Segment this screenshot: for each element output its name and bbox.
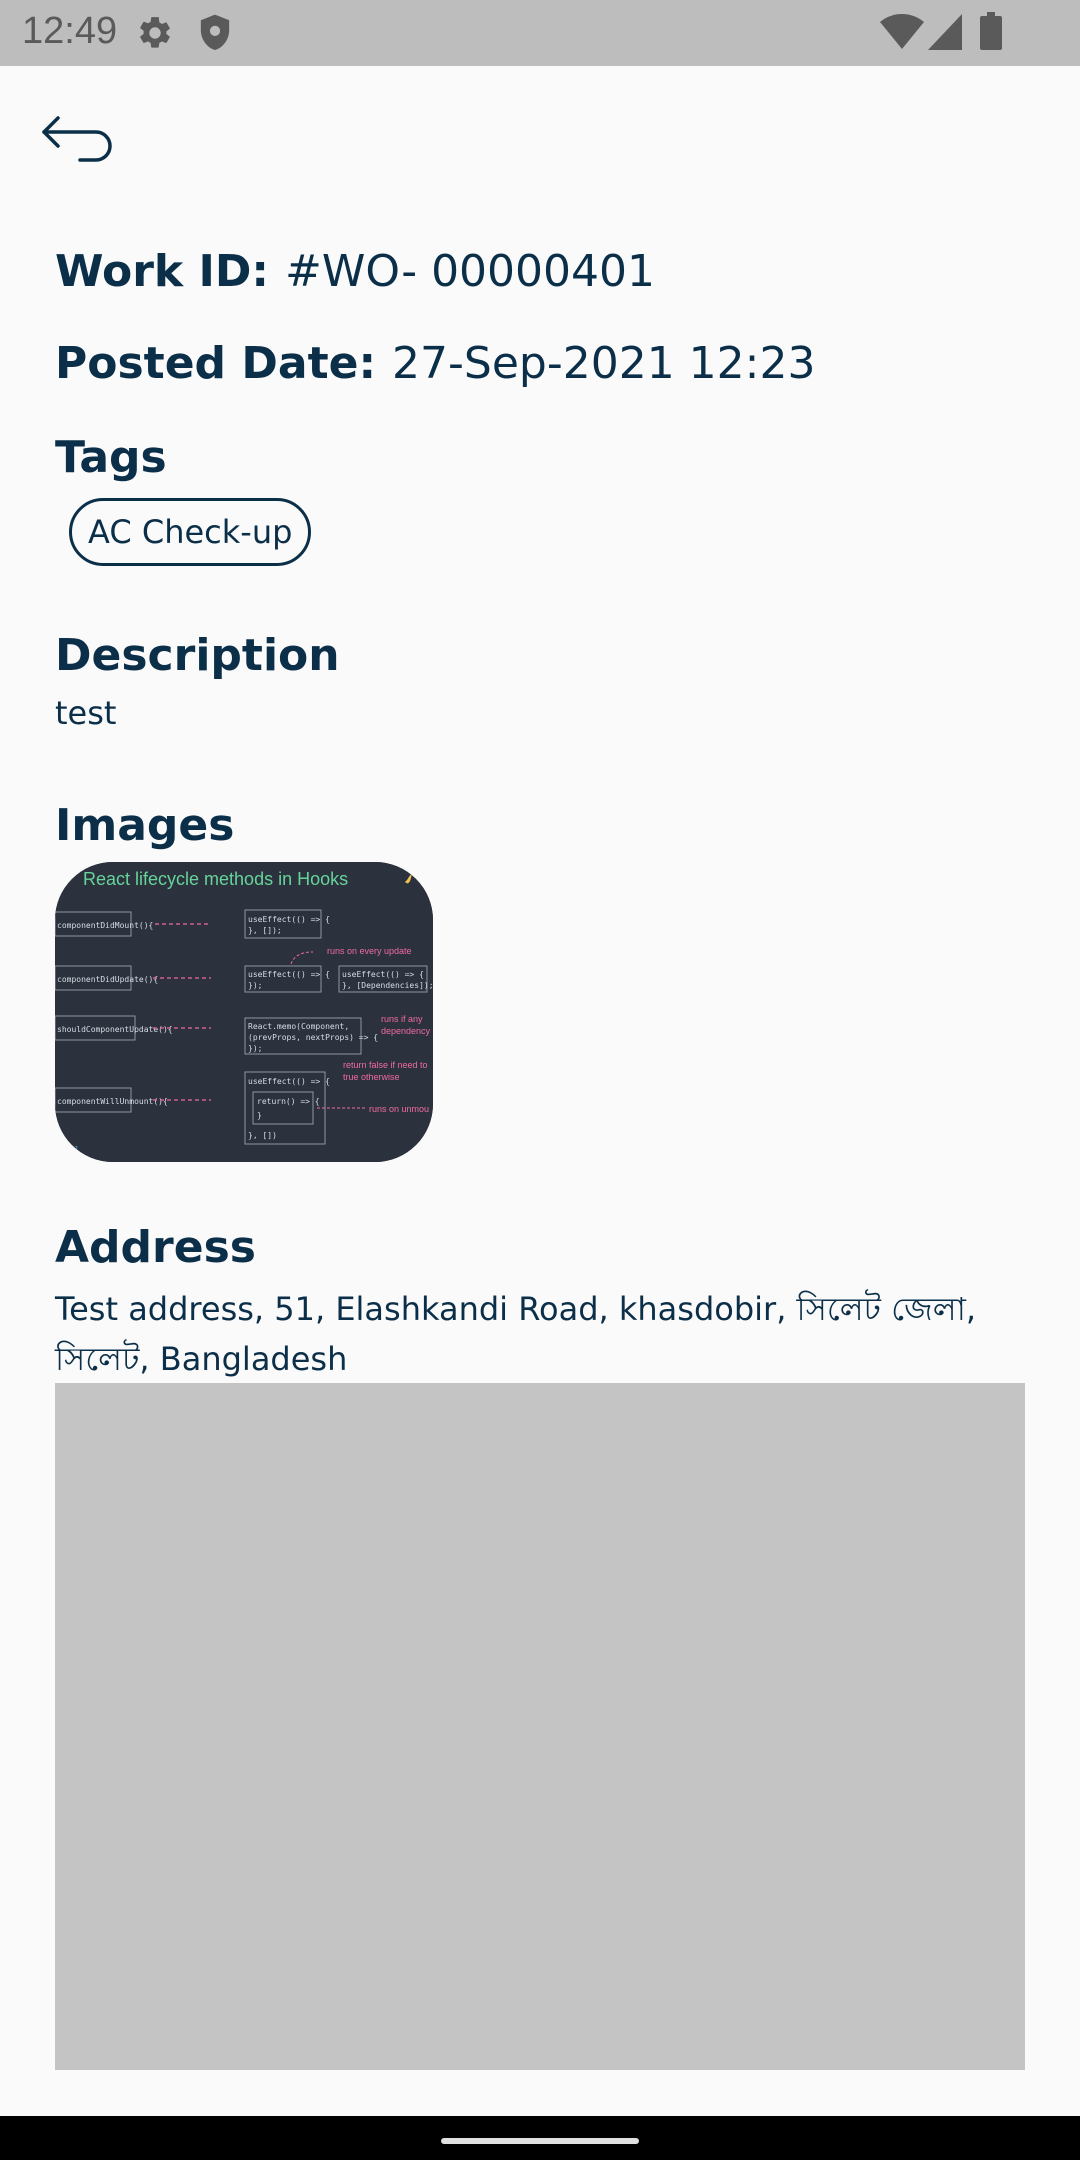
- svg-text:useEffect(() => {: useEffect(() => {: [248, 1077, 330, 1086]
- svg-text:useEffect(() => {: useEffect(() => {: [342, 970, 424, 979]
- svg-text:runs on unmou: runs on unmou: [369, 1104, 429, 1114]
- settings-icon: [140, 17, 170, 48]
- svg-text:true otherwise: true otherwise: [343, 1072, 400, 1082]
- svg-text:return false if need to: return false if need to: [343, 1060, 428, 1070]
- back-arrow-icon: [42, 116, 112, 162]
- thumb-title: React lifecycle methods in Hooks: [83, 869, 348, 889]
- svg-text:return() => {: return() => {: [257, 1097, 320, 1106]
- battery-icon: [980, 12, 1002, 50]
- status-bar: 12:49: [0, 0, 1080, 66]
- map-view[interactable]: [55, 1383, 1025, 2070]
- work-id-row: Work ID: #WO- 00000401: [55, 246, 655, 297]
- back-button[interactable]: [38, 110, 120, 174]
- tags-heading: Tags: [55, 432, 167, 483]
- svg-text:useEffect(() => {: useEffect(() => {: [248, 915, 330, 924]
- address-heading: Address: [55, 1222, 256, 1273]
- svg-text:runs if any: runs if any: [381, 1014, 423, 1024]
- svg-text:useEffect(() => {: useEffect(() => {: [248, 970, 330, 979]
- posted-date-value: 27-Sep-2021 12:23: [392, 338, 816, 389]
- svg-text:runs on every update: runs on every update: [327, 946, 412, 956]
- svg-text:}: }: [257, 1111, 262, 1120]
- wifi-icon: [880, 14, 924, 49]
- address-text: Test address, 51, Elashkandi Road, khasd…: [55, 1290, 977, 1378]
- svg-text:React.memo(Component,: React.memo(Component,: [248, 1022, 349, 1031]
- svg-text:ael: ael: [65, 1145, 80, 1154]
- svg-text:componentWillUnmount(){: componentWillUnmount(){: [57, 1097, 168, 1106]
- cellular-signal-icon: [928, 14, 962, 50]
- svg-text:}, [Dependencies]);: }, [Dependencies]);: [342, 981, 433, 990]
- svg-text:});: });: [248, 1044, 262, 1053]
- react-lifecycle-image: React lifecycle methods in Hooks compone…: [55, 862, 433, 1162]
- svg-text:}, []): }, []): [248, 1131, 277, 1140]
- images-heading: Images: [55, 800, 235, 851]
- shield-icon: [200, 14, 230, 51]
- svg-text:(prevProps, nextProps) => {: (prevProps, nextProps) => {: [248, 1033, 378, 1042]
- svg-text:componentDidUpdate(){: componentDidUpdate(){: [57, 975, 158, 984]
- svg-text:dependency: dependency: [381, 1026, 431, 1036]
- work-id-value: #WO- 00000401: [284, 246, 656, 297]
- svg-text:shouldComponentUpdate(){: shouldComponentUpdate(){: [57, 1025, 173, 1034]
- tag-chip[interactable]: AC Check-up: [69, 498, 312, 566]
- description-heading: Description: [55, 630, 340, 681]
- svg-text:componentDidMount(){: componentDidMount(){: [57, 921, 153, 930]
- posted-date-row: Posted Date: 27-Sep-2021 12:23: [55, 338, 815, 389]
- svg-text:});: });: [248, 981, 262, 990]
- home-gesture-handle[interactable]: [441, 2138, 639, 2144]
- svg-text:}, []);: }, []);: [248, 926, 282, 935]
- posted-date-label: Posted Date:: [55, 338, 377, 389]
- work-id-label: Work ID:: [55, 246, 269, 297]
- status-time: 12:49: [22, 10, 118, 52]
- image-thumbnail[interactable]: React lifecycle methods in Hooks compone…: [55, 862, 433, 1162]
- description-text: test: [55, 694, 117, 732]
